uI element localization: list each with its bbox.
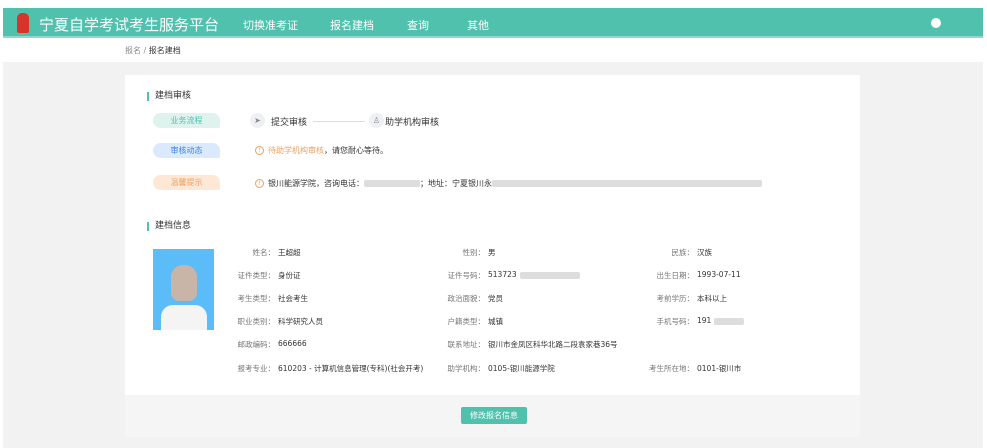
field-value-text: 610203 - 计算机信息管理(专科)(社会开考) xyxy=(278,364,424,373)
field-label: 考前学历： xyxy=(656,294,695,303)
field-label: 民族： xyxy=(671,248,695,257)
field-value-text: 0105-银川能源学院 xyxy=(488,364,555,373)
field-label: 户籍类型： xyxy=(447,317,486,326)
field-value-text: 银川市金凤区科华北路二段袁家巷36号 xyxy=(488,340,618,349)
nav-query[interactable]: 查询 xyxy=(407,17,429,33)
edit-registration-button[interactable]: 修改报名信息 xyxy=(461,407,527,424)
field-value: 城镇 xyxy=(488,316,503,327)
field-label: 职业类别： xyxy=(237,317,276,326)
field-label: 邮政编码： xyxy=(237,340,276,349)
breadcrumb-sep: / xyxy=(143,46,147,55)
breadcrumb: 报名 / 报名建档 xyxy=(125,45,181,56)
site-title: 宁夏自学考试考生服务平台 xyxy=(39,16,220,34)
field-value: 666666 xyxy=(278,339,307,348)
field-value: 0105-银川能源学院 xyxy=(488,363,555,374)
field-value-text: 汉族 xyxy=(697,248,712,257)
field-value: 王超超 xyxy=(278,247,301,258)
content-card: 建档审核 业务流程 ➤ 提交审核 ♙ 助学机构审核 审核动态 ! 待助学机构审核… xyxy=(125,75,860,437)
tip-text: 银川能源学院，咨询电话： ；地址：宁夏银川永 xyxy=(268,178,762,189)
field-value-text: 城镇 xyxy=(488,317,503,326)
field-label: 报考专业： xyxy=(237,364,276,373)
step-connector xyxy=(313,121,365,122)
field-label: 助学机构： xyxy=(447,364,486,373)
redacted-address xyxy=(492,180,762,187)
step-agency-review: 助学机构审核 xyxy=(385,118,440,128)
nav-other[interactable]: 其他 xyxy=(467,17,489,33)
field-value: 0101-银川市 xyxy=(697,363,741,374)
tip-address: ；地址：宁夏银川永 xyxy=(420,179,492,188)
section-title-review: 建档审核 xyxy=(147,92,191,101)
person-icon: ♙ xyxy=(369,113,384,128)
field-value-text: 王超超 xyxy=(278,248,301,257)
info-icon: ! xyxy=(255,179,264,188)
status-pill: 审核动态 xyxy=(153,143,220,158)
field-label: 手机号码： xyxy=(656,317,695,326)
field-value: 汉族 xyxy=(697,247,712,258)
tip-contact: 银川能源学院，咨询电话： xyxy=(268,179,364,188)
field-value-text: 本科以上 xyxy=(697,294,727,303)
footer-bar: 修改报名信息 xyxy=(125,395,860,437)
status-text: 待助学机构审核，请您耐心等待。 xyxy=(268,145,388,156)
send-icon: ➤ xyxy=(250,113,265,128)
top-nav-bar: 宁夏自学考试考生服务平台 切换准考证 报名建档 查询 其他 xyxy=(3,8,983,38)
breadcrumb-root[interactable]: 报名 xyxy=(125,46,141,55)
field-value-text: 党员 xyxy=(488,294,503,303)
redacted-value xyxy=(519,271,580,279)
field-value: 本科以上 xyxy=(697,293,727,304)
field-value: 社会考生 xyxy=(278,293,308,304)
field-value-text: 666666 xyxy=(278,339,307,348)
field-value-text: 科学研究人员 xyxy=(278,317,323,326)
field-label: 证件号码： xyxy=(447,271,486,280)
field-value-text: 1993-07-11 xyxy=(697,270,741,279)
process-pill: 业务流程 xyxy=(153,113,220,128)
section-title-info: 建档信息 xyxy=(147,222,191,231)
field-value-text: 社会考生 xyxy=(278,294,308,303)
field-value-text: 513723 xyxy=(488,270,517,279)
status-highlight: 待助学机构审核 xyxy=(268,146,324,155)
field-label: 政治面貌： xyxy=(447,294,486,303)
nav-registration[interactable]: 报名建档 xyxy=(330,17,374,33)
field-label: 考生所在地： xyxy=(649,364,694,373)
field-label: 性别： xyxy=(462,248,486,257)
tip-pill: 温馨提示 xyxy=(153,175,220,190)
field-value: 科学研究人员 xyxy=(278,316,323,327)
step-submit: 提交审核 xyxy=(271,118,308,128)
redacted-phone xyxy=(364,180,420,187)
breadcrumb-current: 报名建档 xyxy=(148,46,181,55)
info-icon: ! xyxy=(255,146,264,155)
field-label: 出生日期： xyxy=(656,271,695,280)
field-label: 考生类型： xyxy=(237,294,276,303)
field-value: 610203 - 计算机信息管理(专科)(社会开考) xyxy=(278,363,423,374)
field-label: 证件类型： xyxy=(237,271,276,280)
redacted-value xyxy=(714,317,745,325)
field-value: 191 xyxy=(697,316,745,325)
field-value-text: 191 xyxy=(697,316,712,325)
field-label: 姓名： xyxy=(252,248,276,257)
field-value-text: 0101-银川市 xyxy=(697,364,742,373)
field-value: 党员 xyxy=(488,293,503,304)
status-rest: ，请您耐心等待。 xyxy=(324,146,388,155)
field-value: 银川市金凤区科华北路二段袁家巷36号 xyxy=(488,339,618,350)
field-value-text: 男 xyxy=(488,248,496,257)
user-icon[interactable] xyxy=(931,18,941,28)
field-value: 身份证 xyxy=(278,270,301,281)
field-value-text: 身份证 xyxy=(278,271,301,280)
field-value: 男 xyxy=(488,247,496,258)
logo-icon xyxy=(17,13,29,33)
field-value: 513723 xyxy=(488,270,580,279)
nav-switch-ticket[interactable]: 切换准考证 xyxy=(243,17,298,33)
field-value: 1993-07-11 xyxy=(697,270,741,279)
field-label: 联系地址： xyxy=(447,340,486,349)
